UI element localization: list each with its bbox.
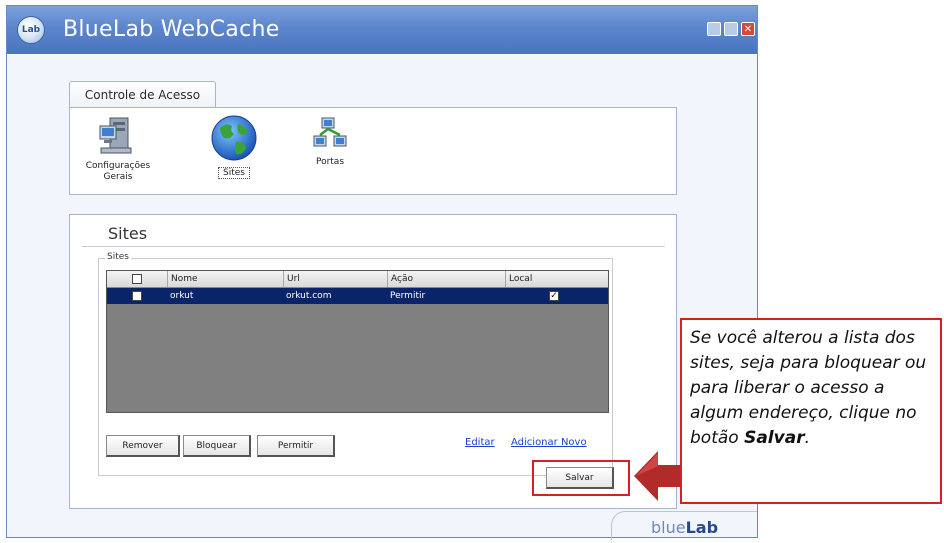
minimize-button[interactable] — [707, 22, 721, 36]
title-bar[interactable]: Lab BlueLab WebCache ✕ — [7, 6, 757, 54]
network-ports-icon — [313, 117, 347, 147]
column-header-url[interactable]: Url — [283, 271, 387, 287]
local-checkbox[interactable]: ✓ — [549, 291, 559, 301]
bluelab-logo: blueLab — [651, 518, 719, 537]
row-select-cell[interactable] — [107, 288, 167, 304]
remover-button[interactable]: Remover — [106, 435, 180, 457]
toolbar-panel: Configurações Gerais Sites Portas — [69, 107, 677, 195]
instruction-callout: Se você alterou a lista dos sites, seja … — [680, 318, 942, 504]
toolbar-label-portas: Portas — [315, 157, 345, 167]
table-row[interactable]: orkut orkut.com Permitir ✓ — [107, 288, 608, 304]
select-all-checkbox[interactable] — [132, 274, 142, 284]
close-button[interactable]: ✕ — [741, 22, 755, 36]
sites-table: Nome Url Ação Local orkut orkut.com Perm… — [106, 270, 609, 413]
salvar-button[interactable]: Salvar — [546, 467, 614, 489]
toolbar-label-configuracoes: Configurações Gerais — [85, 161, 151, 182]
bloquear-button[interactable]: Bloquear — [183, 435, 251, 457]
toolbar-item-portas[interactable]: Portas — [300, 114, 360, 168]
panel-title: Sites — [108, 224, 148, 243]
globe-icon — [211, 115, 257, 161]
column-header-select[interactable] — [107, 271, 167, 287]
cell-acao: Permitir — [390, 291, 426, 301]
permitir-button[interactable]: Permitir — [257, 435, 335, 457]
group-legend: Sites — [105, 252, 131, 262]
toolbar-item-configuracoes[interactable]: Configurações Gerais — [78, 114, 158, 183]
cell-local[interactable]: ✓ — [505, 288, 608, 304]
editar-link[interactable]: Editar — [465, 437, 495, 448]
table-header: Nome Url Ação Local — [107, 271, 608, 288]
window-title: BlueLab WebCache — [63, 17, 280, 42]
column-header-acao[interactable]: Ação — [387, 271, 505, 287]
computer-settings-icon — [99, 117, 132, 154]
app-logo-icon: Lab — [17, 16, 45, 44]
cell-nome: orkut — [170, 291, 194, 301]
tab-controle-de-acesso[interactable]: Controle de Acesso — [69, 81, 216, 108]
column-header-local[interactable]: Local — [505, 271, 608, 287]
cell-url: orkut.com — [286, 291, 332, 301]
column-header-nome[interactable]: Nome — [167, 271, 283, 287]
close-icon: ✕ — [743, 23, 753, 35]
adicionar-novo-link[interactable]: Adicionar Novo — [511, 437, 587, 448]
maximize-button[interactable] — [724, 22, 738, 36]
divider — [82, 246, 665, 247]
callout-text: Se você alterou a lista dos sites, seja … — [690, 328, 927, 448]
row-checkbox[interactable] — [132, 291, 142, 301]
toolbar-label-sites: Sites — [218, 167, 250, 179]
toolbar-item-sites[interactable]: Sites — [204, 114, 264, 179]
